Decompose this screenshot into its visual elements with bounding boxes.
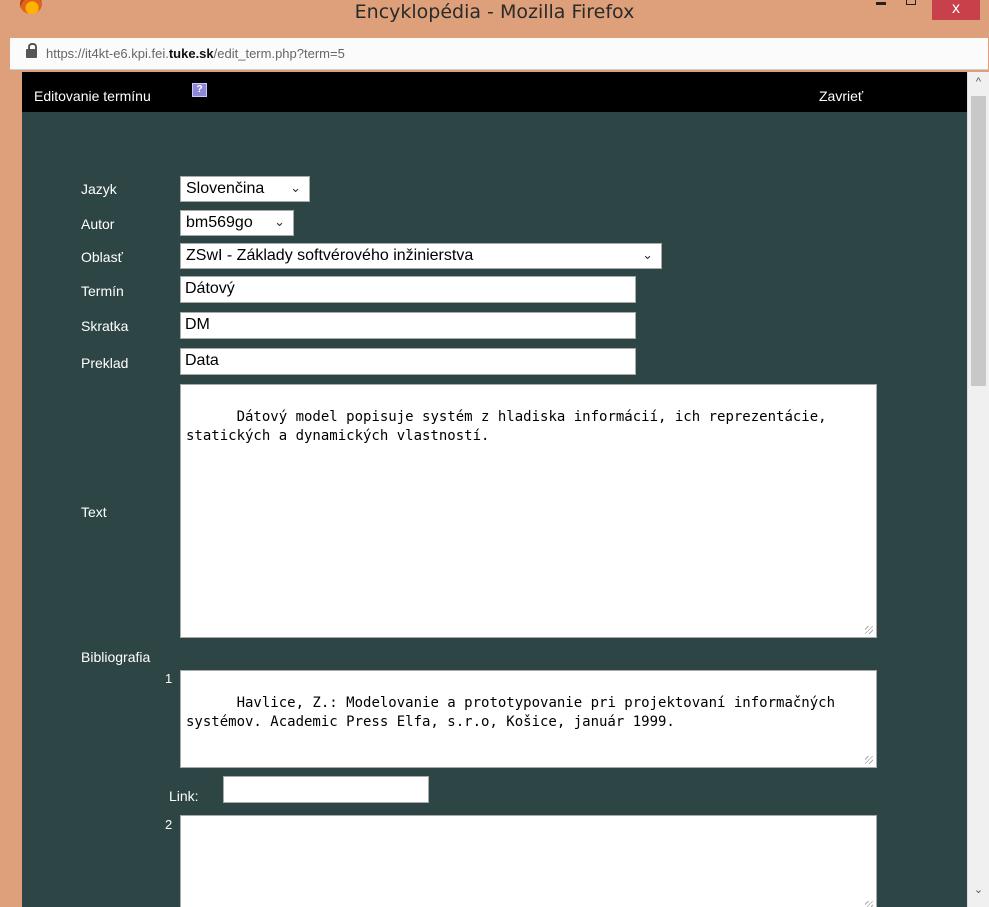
term-input[interactable]: Dátový	[180, 276, 636, 303]
abbreviation-input[interactable]: DM	[180, 312, 636, 339]
term-label: Termín	[81, 283, 124, 299]
url-prefix: https://it4kt-e6.kpi.fei.	[46, 46, 169, 61]
bibliography-label: Bibliografia	[81, 649, 151, 665]
scroll-up-icon[interactable]: ^	[968, 76, 989, 96]
bibliography-text-1: Havlice, Z.: Modelovanie a prototypovani…	[186, 695, 844, 730]
chevron-down-icon: ⌄	[642, 247, 653, 262]
vertical-scrollbar[interactable]: ^ ⌄	[967, 72, 989, 907]
scrollbar-thumb[interactable]	[971, 96, 986, 386]
resize-grip-icon[interactable]	[865, 626, 873, 634]
text-label: Text	[81, 504, 107, 520]
minimize-button[interactable]	[876, 2, 886, 5]
help-icon[interactable]: ?	[192, 83, 207, 97]
close-link[interactable]: Zavrieť	[819, 88, 863, 104]
page-content: Editovanie termínu ? Zavrieť Jazyk Slove…	[22, 72, 967, 907]
url-text[interactable]: https://it4kt-e6.kpi.fei.tuke.sk/edit_te…	[46, 46, 345, 61]
page-title: Editovanie termínu	[34, 88, 151, 104]
url-suffix: /edit_term.php?term=5	[213, 46, 345, 61]
resize-grip-icon[interactable]	[865, 901, 873, 907]
bibliography-number: 1	[165, 671, 173, 686]
scroll-down-icon[interactable]: ⌄	[968, 883, 989, 903]
link-input[interactable]	[223, 776, 429, 803]
close-window-button[interactable]: x	[932, 0, 980, 20]
text-textarea[interactable]: Dátový model popisuje systém z hladiska …	[180, 384, 877, 638]
language-value: Slovenčina	[186, 180, 265, 197]
translation-input[interactable]: Data	[180, 348, 636, 375]
address-bar[interactable]: https://it4kt-e6.kpi.fei.tuke.sk/edit_te…	[10, 38, 988, 70]
abbreviation-label: Skratka	[81, 318, 129, 334]
area-select[interactable]: ZSwI - Základy softvérového inžinierstva…	[180, 243, 662, 269]
area-label: Oblasť	[81, 249, 123, 265]
language-label: Jazyk	[81, 181, 117, 197]
bibliography-textarea-1[interactable]: Havlice, Z.: Modelovanie a prototypovani…	[180, 670, 877, 768]
maximize-button[interactable]	[906, 0, 916, 5]
bibliography-textarea-2[interactable]	[180, 815, 877, 907]
language-select[interactable]: Slovenčina ⌄	[180, 176, 310, 202]
author-select[interactable]: bm569go ⌄	[180, 210, 294, 236]
title-bar: Encyklopédia - Mozilla Firefox x	[0, 0, 989, 36]
author-value: bm569go	[186, 214, 253, 231]
author-label: Autor	[81, 216, 115, 232]
translation-label: Preklad	[81, 355, 129, 371]
window-title: Encyklopédia - Mozilla Firefox	[354, 1, 635, 23]
text-content: Dátový model popisuje systém z hladiska …	[186, 409, 836, 444]
url-domain: tuke.sk	[168, 46, 214, 61]
browser-window: Encyklopédia - Mozilla Firefox x https:/…	[0, 0, 989, 907]
resize-grip-icon[interactable]	[865, 756, 873, 764]
page-header: Editovanie termínu ? Zavrieť	[22, 72, 967, 112]
area-value: ZSwI - Základy softvérového inžinierstva	[186, 247, 474, 264]
bibliography-number: 2	[165, 817, 173, 832]
chevron-down-icon: ⌄	[290, 180, 301, 195]
chevron-down-icon: ⌄	[274, 214, 285, 229]
link-label: Link:	[169, 788, 199, 804]
lock-icon	[26, 43, 37, 58]
